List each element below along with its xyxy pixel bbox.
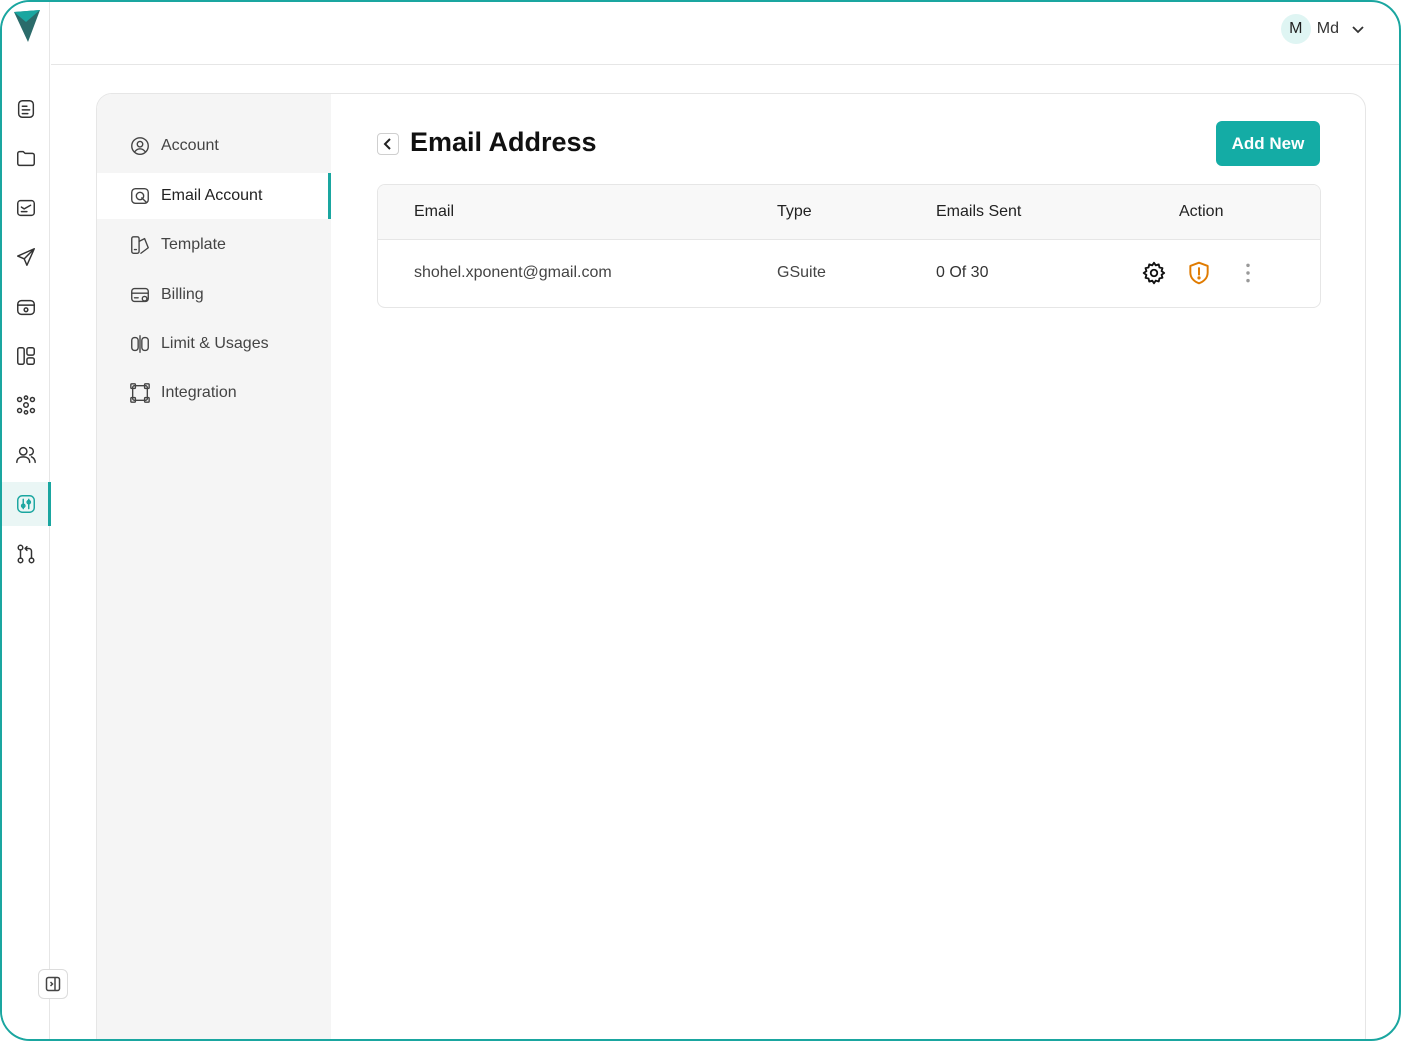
page-title: Email Address (410, 127, 597, 157)
settings-nav-label: Template (161, 236, 226, 253)
more-actions-button[interactable] (1233, 258, 1263, 288)
document-icon (17, 100, 35, 118)
user-name: Md (1316, 20, 1339, 37)
rail-item-settings[interactable] (2, 482, 51, 526)
table-header: Email Type Emails Sent Action (378, 185, 1320, 240)
rail-item-documents[interactable] (2, 87, 50, 131)
column-header-type: Type (777, 203, 812, 220)
rail-item-campaigns[interactable] (2, 235, 50, 279)
inbox-icon (17, 199, 35, 217)
icon-rail (2, 2, 68, 1039)
settings-nav-account[interactable]: Account (97, 123, 331, 169)
dashboard-icon (17, 347, 35, 365)
email-settings-button[interactable] (1139, 258, 1169, 288)
email-account-icon (131, 187, 149, 205)
sidebar-collapse-button[interactable] (38, 969, 68, 999)
settings-nav-label: Billing (161, 286, 204, 303)
limit-icon (131, 335, 149, 353)
users-icon (16, 446, 36, 464)
settings-nav-email-account[interactable]: Email Account (97, 173, 331, 219)
settings-nav: Account Email Account Template Billing L… (97, 94, 331, 1039)
sidebar-collapse-icon (45, 976, 61, 992)
column-header-emails-sent: Emails Sent (936, 203, 1022, 220)
settings-nav-label: Email Account (161, 187, 263, 204)
send-icon (17, 248, 35, 266)
network-icon (16, 395, 36, 415)
chevron-left-icon (383, 138, 391, 150)
settings-nav-label: Account (161, 137, 219, 154)
billing-icon (131, 287, 149, 303)
emails-sent-cell: 0 Of 30 (936, 264, 989, 281)
rail-item-network[interactable] (2, 383, 50, 427)
column-header-action: Action (1179, 203, 1224, 220)
top-bar: M Md (51, 2, 1399, 65)
app-window: M Md Account Email Account Template Bill… (0, 0, 1401, 1041)
type-cell: GSuite (777, 264, 826, 281)
settings-sliders-icon (17, 495, 35, 513)
chevron-down-icon (1352, 26, 1364, 34)
back-button[interactable] (377, 133, 399, 155)
rail-item-contacts[interactable] (2, 433, 50, 477)
git-pull-request-icon (17, 544, 35, 564)
settings-nav-template[interactable]: Template (97, 222, 331, 268)
avatar: M (1280, 14, 1311, 44)
rail-item-folders[interactable] (2, 136, 50, 180)
integration-icon (130, 383, 150, 403)
more-vertical-icon (1246, 263, 1250, 283)
user-menu[interactable]: M Md (1280, 14, 1365, 44)
email-table: Email Type Emails Sent Action shohel.xpo… (377, 184, 1321, 308)
settings-nav-billing[interactable]: Billing (97, 272, 331, 318)
rail-item-calendar[interactable] (2, 285, 50, 329)
add-new-button[interactable]: Add New (1216, 121, 1320, 166)
email-address-panel: Email Address Add New Email Type Emails … (331, 94, 1365, 1039)
rail-item-dashboard[interactable] (2, 334, 50, 378)
calendar-icon (17, 299, 35, 316)
settings-card: Account Email Account Template Billing L… (96, 93, 1366, 1039)
email-cell: shohel.xponent@gmail.com (414, 264, 612, 281)
settings-nav-label: Integration (161, 384, 237, 401)
settings-nav-limit-usages[interactable]: Limit & Usages (97, 321, 331, 367)
table-row: shohel.xponent@gmail.com GSuite 0 Of 30 (378, 240, 1320, 307)
template-icon (131, 236, 149, 254)
settings-nav-integration[interactable]: Integration (97, 370, 331, 416)
column-header-email: Email (414, 203, 455, 220)
user-circle-icon (131, 137, 149, 155)
shield-alert-icon (1189, 261, 1209, 285)
gear-icon (1142, 261, 1166, 285)
rail-item-workflows[interactable] (2, 532, 50, 576)
email-health-button[interactable] (1184, 258, 1214, 288)
settings-nav-label: Limit & Usages (161, 335, 269, 352)
rail-item-inbox[interactable] (2, 186, 50, 230)
logo-icon (14, 10, 40, 42)
folder-icon (17, 150, 35, 167)
